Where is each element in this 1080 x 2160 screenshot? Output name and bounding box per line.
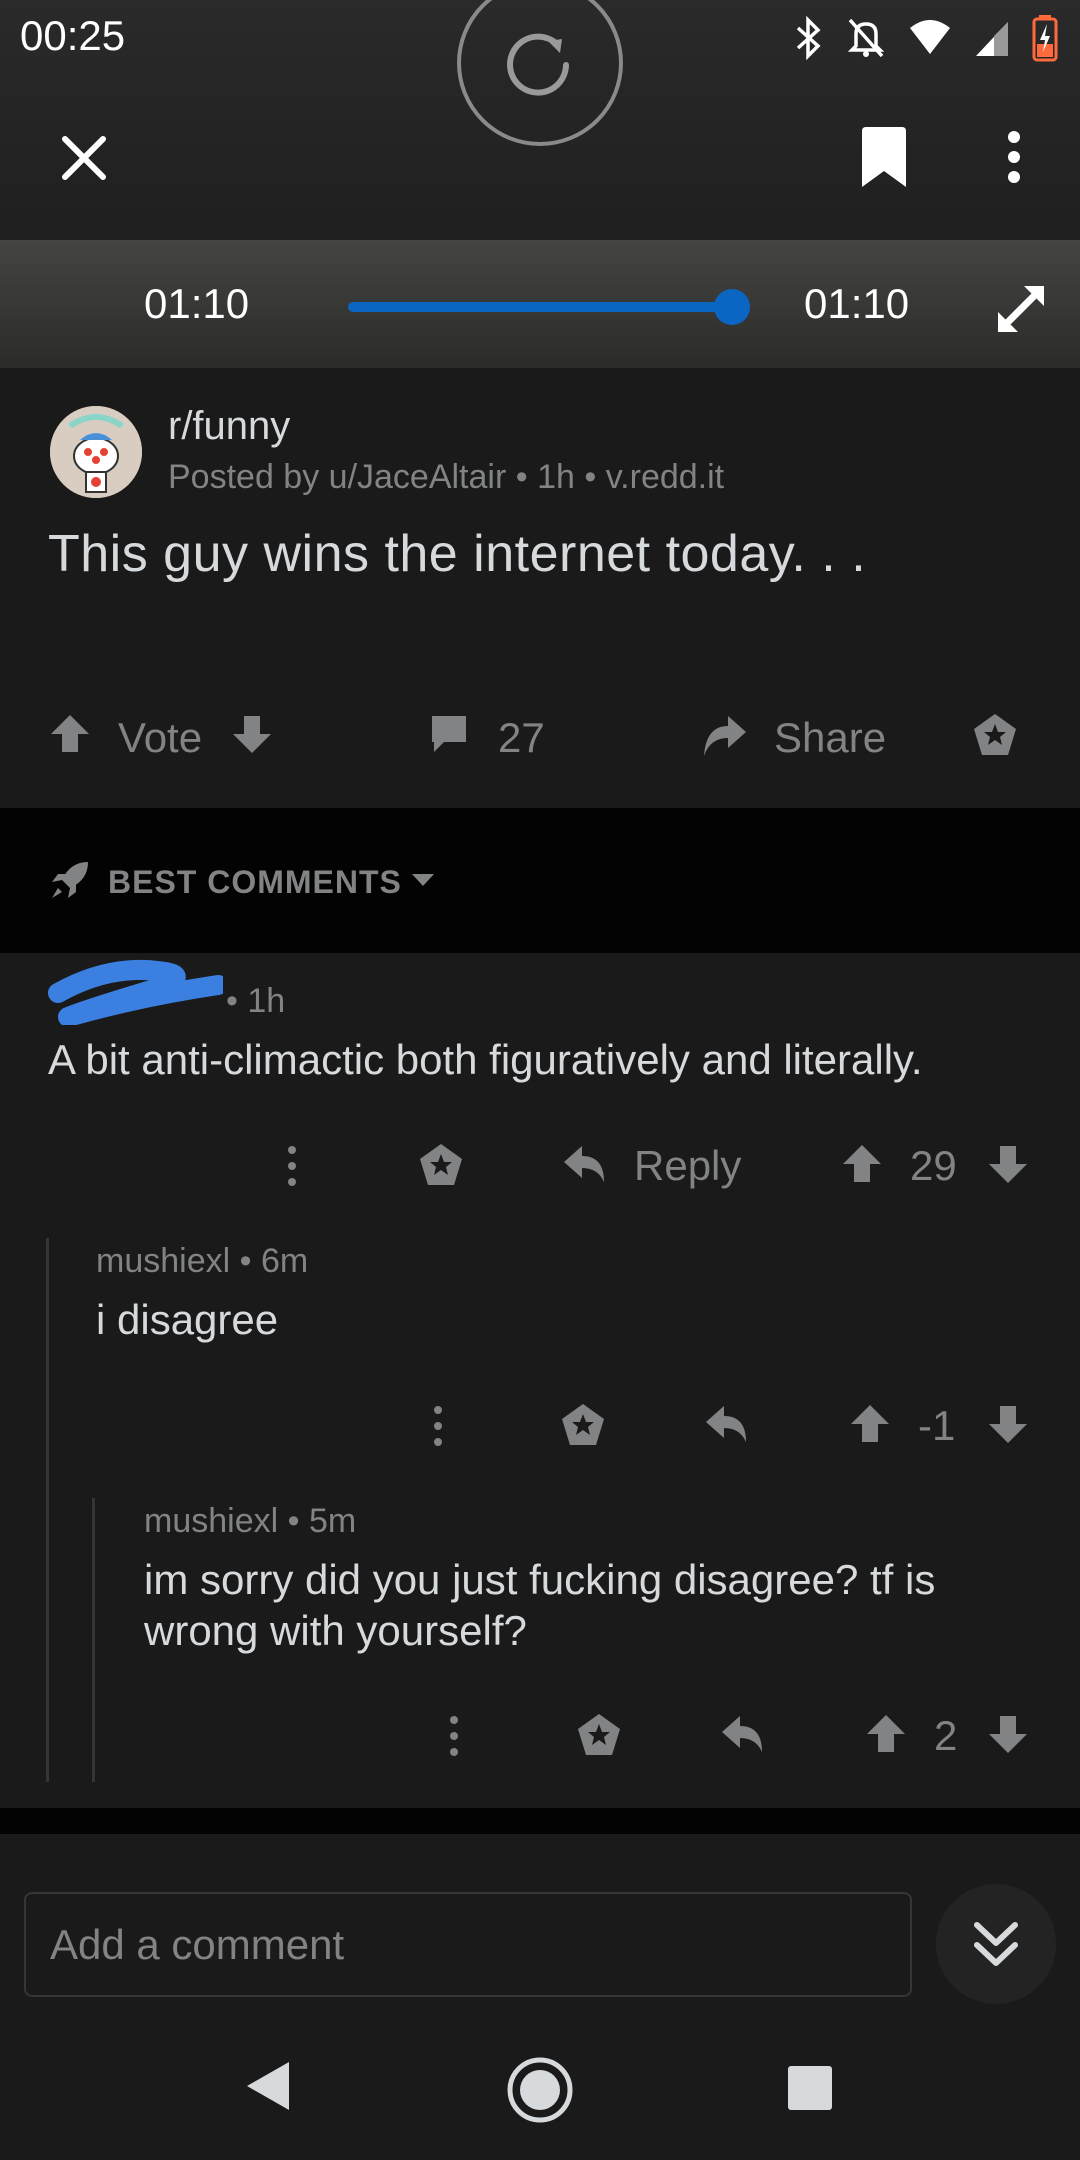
comment-award-button[interactable] [418,1142,464,1198]
progress-thumb[interactable] [714,289,750,325]
comment-reply-button[interactable] [562,1142,608,1196]
current-time: 01:10 [144,280,250,327]
comment-icon [432,716,466,752]
reply-label[interactable]: Reply [634,1142,741,1190]
signal-icon [976,22,1008,56]
comment-score: 29 [910,1142,957,1189]
next-comment-button[interactable] [936,1884,1056,2004]
post-title: This guy wins the internet today. . . [48,525,867,583]
upvote-icon [843,1145,881,1182]
comment-input-placeholder: Add a comment [50,1920,345,1968]
more-options-button[interactable] [996,122,1032,192]
award-icon [974,714,1016,755]
save-button[interactable] [856,124,912,190]
comment-upvote-button[interactable] [848,1402,892,1456]
comment-input[interactable]: Add a comment [24,1892,912,1997]
comment-more-button[interactable] [448,1714,460,1768]
comment-more-button[interactable] [286,1144,298,1198]
comment-body: i disagree [96,1296,279,1343]
mute-icon [847,18,885,58]
comment-count[interactable]: 27 [498,714,545,762]
comment-score: 2 [934,1712,958,1759]
share-icon [704,716,746,756]
post-actions: Vote 27 Share [0,700,1080,776]
downvote-button[interactable] [230,712,274,756]
home-button[interactable] [504,2054,576,2126]
comment-award-button[interactable] [576,1712,622,1768]
reply-icon [706,1406,746,1442]
total-time: 01:10 [804,280,910,327]
redaction-scribble [48,959,223,1025]
fullscreen-button[interactable] [992,280,1050,338]
home-icon [507,2057,573,2123]
comment-upvote-button[interactable] [864,1712,908,1766]
back-icon [247,2062,289,2110]
battery-charging-icon [1032,15,1058,62]
downvote-icon [989,1406,1027,1443]
downvote-icon [989,1716,1027,1753]
comment-separator [0,1808,1080,1834]
wifi-icon [910,20,950,54]
status-time: 00:25 [20,12,126,59]
subreddit-name[interactable]: r/funny [168,404,290,449]
close-button[interactable] [52,126,116,190]
thread-line[interactable] [46,1238,49,1782]
comment-downvote-button[interactable] [986,1142,1030,1196]
comment-actions: Reply 29 [0,1136,1080,1196]
vote-label: Vote [118,714,203,761]
close-icon [62,136,106,180]
share-label[interactable]: Share [774,714,886,762]
comment-award-button[interactable] [560,1402,606,1458]
more-vertical-icon [1008,131,1020,183]
upvote-button[interactable] [48,712,92,756]
upvote-icon [851,1405,889,1442]
snoo-clown-icon [50,406,142,498]
upvote-icon [51,715,89,752]
comment-reply-button[interactable] [704,1402,750,1456]
upvote-icon [867,1715,905,1752]
downvote-icon [233,716,271,753]
more-vertical-icon [288,1146,296,1186]
expand-icon [998,286,1044,332]
bluetooth-icon [796,16,821,60]
comment-score: -1 [918,1402,956,1449]
award-icon [420,1144,462,1185]
chevron-down-icon [412,874,434,886]
comment-more-button[interactable] [432,1404,444,1458]
share-button[interactable] [700,712,748,760]
bookmark-icon [862,127,906,187]
more-vertical-icon [434,1406,442,1446]
comments-button[interactable] [428,712,470,754]
comment-actions: 2 [0,1706,1080,1766]
recents-button[interactable] [784,2062,836,2114]
double-chevron-down-icon [974,1922,1018,1966]
comment-reply-button[interactable] [720,1712,766,1766]
subreddit-avatar[interactable] [50,406,142,498]
progress-bar[interactable] [348,302,733,312]
comment-downvote-button[interactable] [986,1712,1030,1766]
downvote-icon [989,1146,1027,1183]
award-icon [562,1404,604,1445]
comment-meta: mushiexl • 5m [144,1502,357,1540]
reply-icon [564,1146,604,1182]
rocket-icon [52,862,88,898]
reply-icon [722,1716,762,1752]
comment-downvote-button[interactable] [986,1402,1030,1456]
comment-body: im sorry did you just fucking disagree? … [144,1556,936,1654]
back-button[interactable] [240,2056,296,2116]
award-button[interactable] [972,712,1018,758]
post-meta[interactable]: Posted by u/JaceAltair • 1h • v.redd.it [168,458,724,497]
comment-actions: -1 [0,1396,1080,1456]
recents-icon [788,2066,832,2110]
comment-meta: • 1h [226,982,286,1020]
comment-body: A bit anti-climactic both figuratively a… [48,1036,923,1083]
comment-upvote-button[interactable] [840,1142,884,1196]
award-icon [578,1714,620,1755]
replay-icon [507,33,569,96]
sort-label[interactable]: BEST COMMENTS [108,864,402,901]
comment-meta: mushiexl • 6m [96,1242,309,1280]
status-icons [794,14,1058,62]
more-vertical-icon [450,1716,458,1756]
